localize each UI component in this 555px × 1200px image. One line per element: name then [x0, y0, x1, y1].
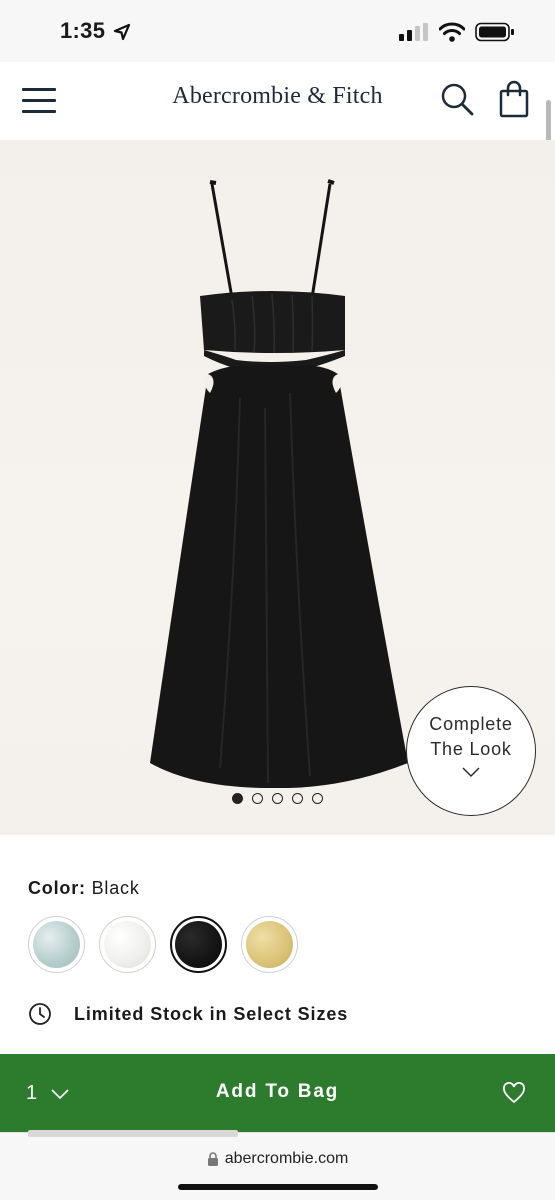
wishlist-heart-icon[interactable]: [502, 1082, 526, 1104]
color-label-value: Black: [91, 878, 140, 898]
swatch-white[interactable]: [99, 916, 156, 973]
color-selection-label: Color: Black: [28, 878, 140, 899]
stock-notice: Limited Stock in Select Sizes: [28, 1002, 348, 1026]
pagination-dot[interactable]: [292, 793, 303, 804]
home-indicator[interactable]: [178, 1184, 378, 1190]
lock-icon: [207, 1152, 218, 1166]
swatch-light-blue[interactable]: [28, 916, 85, 973]
cellular-signal-icon: [399, 23, 428, 41]
address-bar[interactable]: abercrombie.com: [0, 1150, 555, 1168]
clock-icon: [29, 1003, 51, 1025]
chevron-down-icon: [462, 767, 480, 778]
status-bar: 1:35: [0, 0, 555, 62]
location-arrow-icon: [113, 23, 131, 41]
product-image-black-dress: [150, 179, 408, 788]
color-swatches: [28, 916, 298, 973]
shopping-bag-icon[interactable]: [498, 80, 530, 118]
pagination-dot[interactable]: [252, 793, 263, 804]
swatch-black[interactable]: [170, 916, 227, 973]
battery-icon: [475, 22, 514, 42]
search-icon[interactable]: [440, 82, 474, 116]
color-label-key: Color:: [28, 878, 86, 898]
complete-look-line1: Complete: [429, 714, 513, 734]
swatch-yellow[interactable]: [241, 916, 298, 973]
status-indicators: [399, 22, 515, 42]
complete-look-line2: The Look: [430, 739, 512, 759]
complete-the-look-button[interactable]: Complete The Look: [406, 686, 536, 816]
pagination-dot[interactable]: [272, 793, 283, 804]
product-image-gallery[interactable]: Complete The Look: [0, 140, 555, 835]
stock-message: Limited Stock in Select Sizes: [74, 1003, 349, 1024]
status-time: 1:35: [60, 18, 106, 43]
add-to-bag-bar: 1 Add To Bag: [0, 1054, 555, 1132]
browser-bottom-bar: abercrombie.com: [0, 1132, 555, 1200]
add-to-bag-button[interactable]: Add To Bag: [0, 1081, 555, 1103]
wifi-icon: [439, 22, 465, 42]
content-peek-bar: [28, 1130, 238, 1137]
pagination-dot[interactable]: [232, 793, 243, 804]
pagination-dot[interactable]: [312, 793, 323, 804]
url-text: abercrombie.com: [224, 1150, 349, 1167]
site-header: Abercrombie & Fitch: [0, 62, 555, 140]
